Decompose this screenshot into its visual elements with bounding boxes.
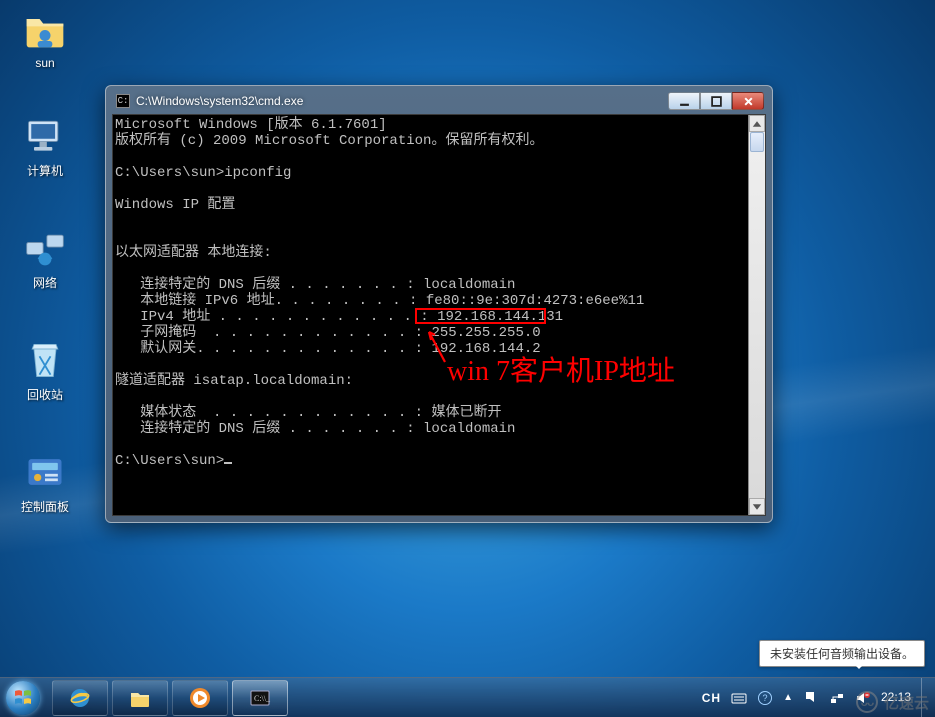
media-player-icon	[188, 686, 212, 710]
cmd-window[interactable]: C: C:\Windows\system32\cmd.exe Microsoft…	[105, 85, 773, 523]
folder-user-icon	[21, 6, 69, 54]
window-title: C:\Windows\system32\cmd.exe	[136, 94, 662, 108]
watermark-text: 亿速云	[884, 692, 929, 713]
icon-label: 回收站	[6, 386, 84, 403]
scroll-track[interactable]	[749, 132, 765, 498]
file-explorer-icon	[128, 686, 152, 710]
annotation-arrow-icon	[423, 326, 449, 364]
network-icon	[21, 224, 69, 272]
cmd-title-icon: C:	[116, 94, 130, 108]
desktop-icon-network[interactable]: 网络	[6, 224, 84, 291]
icon-label: 网络	[6, 274, 84, 291]
taskbar-media-player-button[interactable]	[172, 680, 228, 716]
help-icon[interactable]: ?	[757, 690, 773, 706]
control-panel-icon	[21, 448, 69, 496]
icon-label: sun	[6, 56, 84, 70]
audio-balloon-tip[interactable]: 未安装任何音频输出设备。	[759, 640, 925, 667]
computer-icon	[21, 112, 69, 160]
watermark: ᴗᴗ 亿速云	[856, 691, 929, 713]
taskbar-pinned-area: C:\\_	[52, 680, 288, 716]
cmd-client-area: Microsoft Windows [版本 6.1.7601] 版权所有 (c)…	[112, 114, 766, 516]
scroll-up-button[interactable]	[749, 115, 765, 132]
network-tray-icon[interactable]	[829, 690, 845, 706]
recycle-bin-icon	[21, 336, 69, 384]
cmd-taskbar-icon: C:\\_	[248, 686, 272, 710]
taskbar-ie-button[interactable]	[52, 680, 108, 716]
minimize-button[interactable]	[668, 92, 700, 110]
icon-label: 计算机	[6, 162, 84, 179]
scroll-down-button[interactable]	[749, 498, 765, 515]
internet-explorer-icon	[68, 686, 92, 710]
scroll-thumb[interactable]	[750, 132, 764, 152]
svg-text:C:\\_: C:\\_	[254, 694, 271, 703]
desktop-icon-recycle-bin[interactable]: 回收站	[6, 336, 84, 403]
icon-label: 控制面板	[6, 498, 84, 515]
desktop-icon-control-panel[interactable]: 控制面板	[6, 448, 84, 515]
annotation-ip-highlight	[415, 308, 546, 324]
windows7-desktop: sun 计算机 网络 回收站 控制面板 C: C:\Windows\system…	[0, 0, 935, 717]
watermark-icon: ᴗᴗ	[856, 691, 878, 713]
desktop-icon-folder-sun[interactable]: sun	[6, 6, 84, 70]
annotation-label: win 7客户机IP地址	[447, 349, 675, 389]
svg-text:?: ?	[763, 693, 768, 703]
taskbar-explorer-button[interactable]	[112, 680, 168, 716]
taskbar[interactable]: C:\\_ CH ? ▲ 22:13	[0, 677, 935, 717]
maximize-button[interactable]	[700, 92, 732, 110]
ime-indicator[interactable]: CH	[702, 691, 721, 705]
close-button[interactable]	[732, 92, 764, 110]
action-center-icon[interactable]	[803, 690, 819, 706]
cmd-cursor	[224, 462, 232, 464]
windows-logo-icon	[6, 681, 40, 715]
ime-pad-icon[interactable]	[731, 690, 747, 706]
window-buttons	[668, 92, 764, 110]
taskbar-cmd-button[interactable]: C:\\_	[232, 680, 288, 716]
show-hidden-icons-button[interactable]: ▲	[783, 692, 793, 703]
start-button[interactable]	[0, 678, 46, 717]
balloon-text: 未安装任何音频输出设备。	[770, 647, 914, 661]
window-titlebar[interactable]: C: C:\Windows\system32\cmd.exe	[112, 92, 766, 114]
desktop-icon-computer[interactable]: 计算机	[6, 112, 84, 179]
vertical-scrollbar[interactable]	[748, 115, 765, 515]
